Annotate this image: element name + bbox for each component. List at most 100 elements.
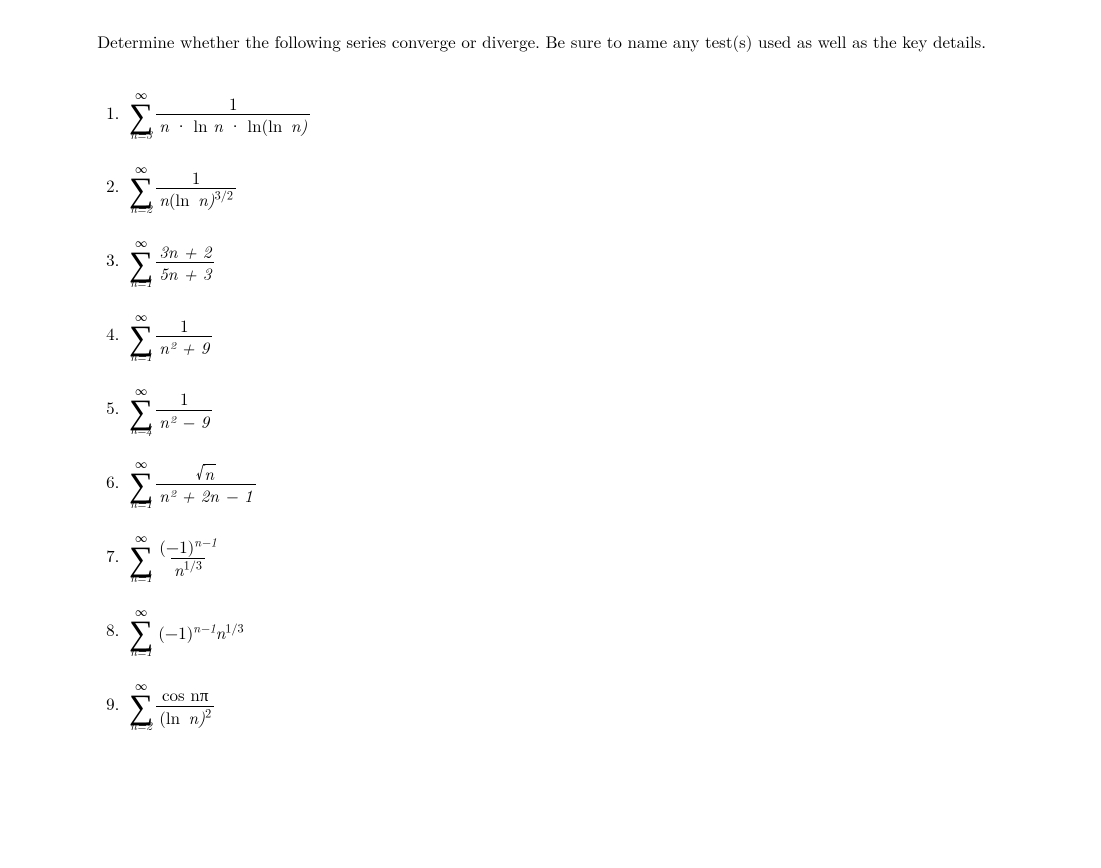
exp-expr: n−1: [193, 618, 216, 636]
problem-1: ∞ ∑ n=3 1 n · ln n · ln(ln n): [125, 89, 1031, 141]
sigma-symbol: ∑: [129, 690, 153, 719]
problem-list: ∞ ∑ n=3 1 n · ln n · ln(ln n) ∞ ∑: [70, 89, 1031, 732]
problem-3: ∞ ∑ n=1 3n + 2 5n + 3: [125, 237, 1031, 289]
sigma-operator: ∞ ∑ n=3: [129, 89, 153, 141]
sigma-operator: ∞ ∑ n=1: [129, 311, 153, 363]
exponent: 3/2: [215, 186, 233, 204]
fraction: 3n + 2 5n + 3: [156, 242, 214, 284]
sigma-symbol: ∑: [129, 247, 153, 276]
series-expression: ∞ ∑ n=3 1 n · ln n · ln(ln n): [129, 89, 310, 141]
sigma-operator: ∞ ∑ n=1: [129, 458, 153, 510]
numerator: 1: [226, 94, 241, 115]
term: (−1)n−1n1/3: [156, 621, 243, 644]
exponent: n−1: [194, 533, 217, 551]
denominator: n(ln n)3/2: [156, 188, 236, 210]
ln-text: (ln: [169, 187, 190, 211]
problem-4: ∞ ∑ n=1 1 n² + 9: [125, 311, 1031, 363]
sigma-operator: ∞ ∑ n=4: [129, 385, 153, 437]
series-expression: ∞ ∑ n=2 1 n(ln n)3/2: [129, 163, 236, 215]
var-n: n: [159, 113, 169, 137]
exponent: 1/3: [184, 555, 202, 573]
exponent: 2: [205, 703, 211, 721]
sigma-lower-limit: n=1: [130, 351, 152, 363]
series-expression: ∞ ∑ n=1 1 n² + 9: [129, 311, 212, 363]
ln-of-ln-text: ln(ln: [247, 113, 282, 137]
sigma-lower-limit: n=1: [130, 572, 152, 584]
sqrt: √ n: [196, 464, 216, 482]
fraction: 1 n² + 9: [156, 316, 212, 358]
exp-expr: n−1: [194, 533, 217, 551]
fraction: (−1)n−1 n1/3: [156, 537, 219, 579]
problem-prompt: Determine whether the following series c…: [70, 30, 1031, 53]
sigma-lower-limit: n=1: [130, 498, 152, 510]
sigma-operator: ∞ ∑ n=1: [129, 606, 153, 658]
var-n: n): [291, 113, 308, 137]
fraction: cos nπ (ln n)2: [156, 685, 214, 727]
den-expr: n² − 9: [159, 409, 209, 433]
sigma-lower-limit: n=4: [130, 424, 152, 436]
series-expression: ∞ ∑ n=2 cos nπ (ln n)2: [129, 680, 214, 732]
fraction: √ n n² + 2n − 1: [156, 463, 255, 505]
series-expression: ∞ ∑ n=1 3n + 2 5n + 3: [129, 237, 214, 289]
problem-9: ∞ ∑ n=2 cos nπ (ln n)2: [125, 680, 1031, 732]
numerator: √ n: [193, 463, 219, 484]
series-expression: ∞ ∑ n=1 √ n n² + 2n − 1: [129, 458, 256, 510]
sigma-operator: ∞ ∑ n=1: [129, 237, 153, 289]
denominator: n · ln n · ln(ln n): [156, 114, 310, 136]
sigma-symbol: ∑: [129, 173, 153, 202]
series-expression: ∞ ∑ n=1 (−1)n−1 n1/3: [129, 532, 220, 584]
var-n: n: [213, 113, 223, 137]
var-n: n: [216, 620, 226, 644]
fraction: 1 n · ln n · ln(ln n): [156, 94, 310, 136]
var-n: n): [189, 705, 206, 729]
numerator: cos nπ: [159, 685, 211, 706]
sigma-operator: ∞ ∑ n=1: [129, 532, 153, 584]
fraction: 1 n(ln n)3/2: [156, 168, 236, 210]
sigma-operator: ∞ ∑ n=2: [129, 680, 153, 732]
sigma-lower-limit: n=3: [130, 129, 152, 141]
exponent: 1/3: [225, 618, 243, 636]
numerator: 3n + 2: [156, 242, 214, 263]
den-expr: n² + 2n − 1: [159, 483, 252, 507]
sigma-lower-limit: n=1: [130, 277, 152, 289]
ln-text: ln: [193, 113, 207, 137]
radical-icon: √: [196, 463, 204, 481]
sigma-symbol: ∑: [129, 616, 153, 645]
sigma-lower-limit: n=2: [130, 203, 152, 215]
exponent: n−1: [193, 618, 216, 636]
numerator: 1: [189, 168, 204, 189]
sigma-symbol: ∑: [129, 321, 153, 350]
numerator: 1: [177, 389, 192, 410]
denominator: 5n + 3: [156, 262, 214, 284]
series-expression: ∞ ∑ n=1 (−1)n−1n1/3: [129, 606, 244, 658]
sigma-symbol: ∑: [129, 468, 153, 497]
denominator: n² − 9: [156, 410, 212, 432]
ln-text: (ln: [159, 705, 180, 729]
denominator: n² + 2n − 1: [156, 484, 255, 506]
den-expr: 5n + 3: [159, 261, 211, 285]
base: (−1): [158, 620, 193, 644]
radicand: n: [203, 464, 216, 482]
var-n: n): [198, 187, 215, 211]
fraction: 1 n² − 9: [156, 389, 212, 431]
problem-7: ∞ ∑ n=1 (−1)n−1 n1/3: [125, 532, 1031, 584]
numerator: 1: [177, 316, 192, 337]
problem-2: ∞ ∑ n=2 1 n(ln n)3/2: [125, 163, 1031, 215]
denominator: (ln n)2: [156, 706, 214, 728]
problem-8: ∞ ∑ n=1 (−1)n−1n1/3: [125, 606, 1031, 658]
var-n: n: [159, 187, 169, 211]
den-expr: n² + 9: [159, 335, 209, 359]
num-expr: 3n + 2: [159, 239, 211, 263]
sigma-operator: ∞ ∑ n=2: [129, 163, 153, 215]
cos-expr: cos nπ: [162, 682, 208, 706]
problem-5: ∞ ∑ n=4 1 n² − 9: [125, 385, 1031, 437]
var-n: n: [174, 557, 184, 581]
sigma-symbol: ∑: [129, 99, 153, 128]
var-n: n: [204, 461, 214, 485]
denominator: n² + 9: [156, 336, 212, 358]
denominator: n1/3: [171, 558, 205, 580]
series-expression: ∞ ∑ n=4 1 n² − 9: [129, 385, 212, 437]
sigma-lower-limit: n=2: [130, 720, 152, 732]
sigma-symbol: ∑: [129, 542, 153, 571]
sigma-symbol: ∑: [129, 395, 153, 424]
